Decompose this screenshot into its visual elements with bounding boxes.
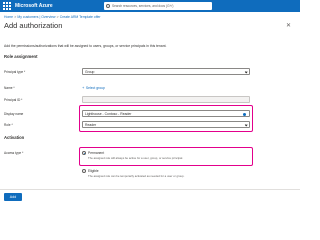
activation-heading: Activation (4, 135, 25, 140)
role-value: Reader (85, 122, 97, 127)
principal-id-label: Principal ID * (4, 98, 23, 102)
eligible-radio[interactable] (82, 169, 86, 173)
breadcrumb-create-offer[interactable]: Create ARM Template offer (60, 15, 101, 19)
display-name-input[interactable]: Lighthouse - Contoso - Reader (82, 110, 250, 117)
eligible-label: Eligible (88, 169, 99, 173)
search-icon (106, 4, 110, 8)
breadcrumb-separator: > (14, 15, 17, 19)
principal-id-field (82, 96, 250, 103)
search-placeholder: Search resources, services, and docs (G+… (112, 4, 174, 8)
display-name-value: Lighthouse - Contoso - Reader (85, 111, 132, 116)
add-button[interactable]: Add (4, 193, 22, 201)
search-input[interactable]: Search resources, services, and docs (G+… (104, 2, 212, 10)
role-select[interactable]: Reader (82, 121, 250, 128)
breadcrumb-separator: > (56, 15, 59, 19)
role-label: Role * (4, 123, 13, 127)
select-group-link[interactable]: + Select group (82, 85, 105, 90)
display-name-label: Display name (4, 112, 24, 116)
plus-icon: + (82, 85, 85, 90)
principal-type-value: Group (85, 69, 95, 74)
info-icon (243, 113, 246, 116)
name-label: Name * (4, 86, 15, 90)
breadcrumb-my-customers[interactable]: My customers | Overview (17, 15, 55, 19)
select-group-label: Select group (85, 85, 105, 90)
page-title: Add authorization (4, 21, 63, 30)
eligible-description: The assigned role can be temporarily act… (88, 174, 185, 178)
top-bar: Microsoft Azure Search resources, servic… (0, 0, 300, 12)
principal-type-label: Principal type * (4, 70, 26, 74)
principal-type-select[interactable]: Group (82, 68, 250, 75)
permanent-label: Permanent (88, 151, 105, 155)
role-assignment-heading: Role assignment (4, 54, 38, 59)
permanent-description: The assigned role will always be active … (88, 156, 183, 160)
page-description: Add the permissions/authorizations that … (4, 44, 167, 48)
brand-name[interactable]: Microsoft Azure (15, 3, 53, 9)
close-icon[interactable]: ✕ (286, 22, 291, 29)
access-type-label: Access type * (4, 151, 24, 155)
permanent-radio[interactable] (82, 151, 86, 155)
chevron-down-icon (244, 123, 248, 127)
breadcrumb: Home > My customers | Overview > Create … (4, 15, 101, 19)
breadcrumb-home[interactable]: Home (4, 15, 13, 19)
waffle-menu-icon[interactable] (3, 2, 11, 10)
footer-divider (0, 189, 300, 190)
chevron-down-icon (244, 70, 248, 74)
